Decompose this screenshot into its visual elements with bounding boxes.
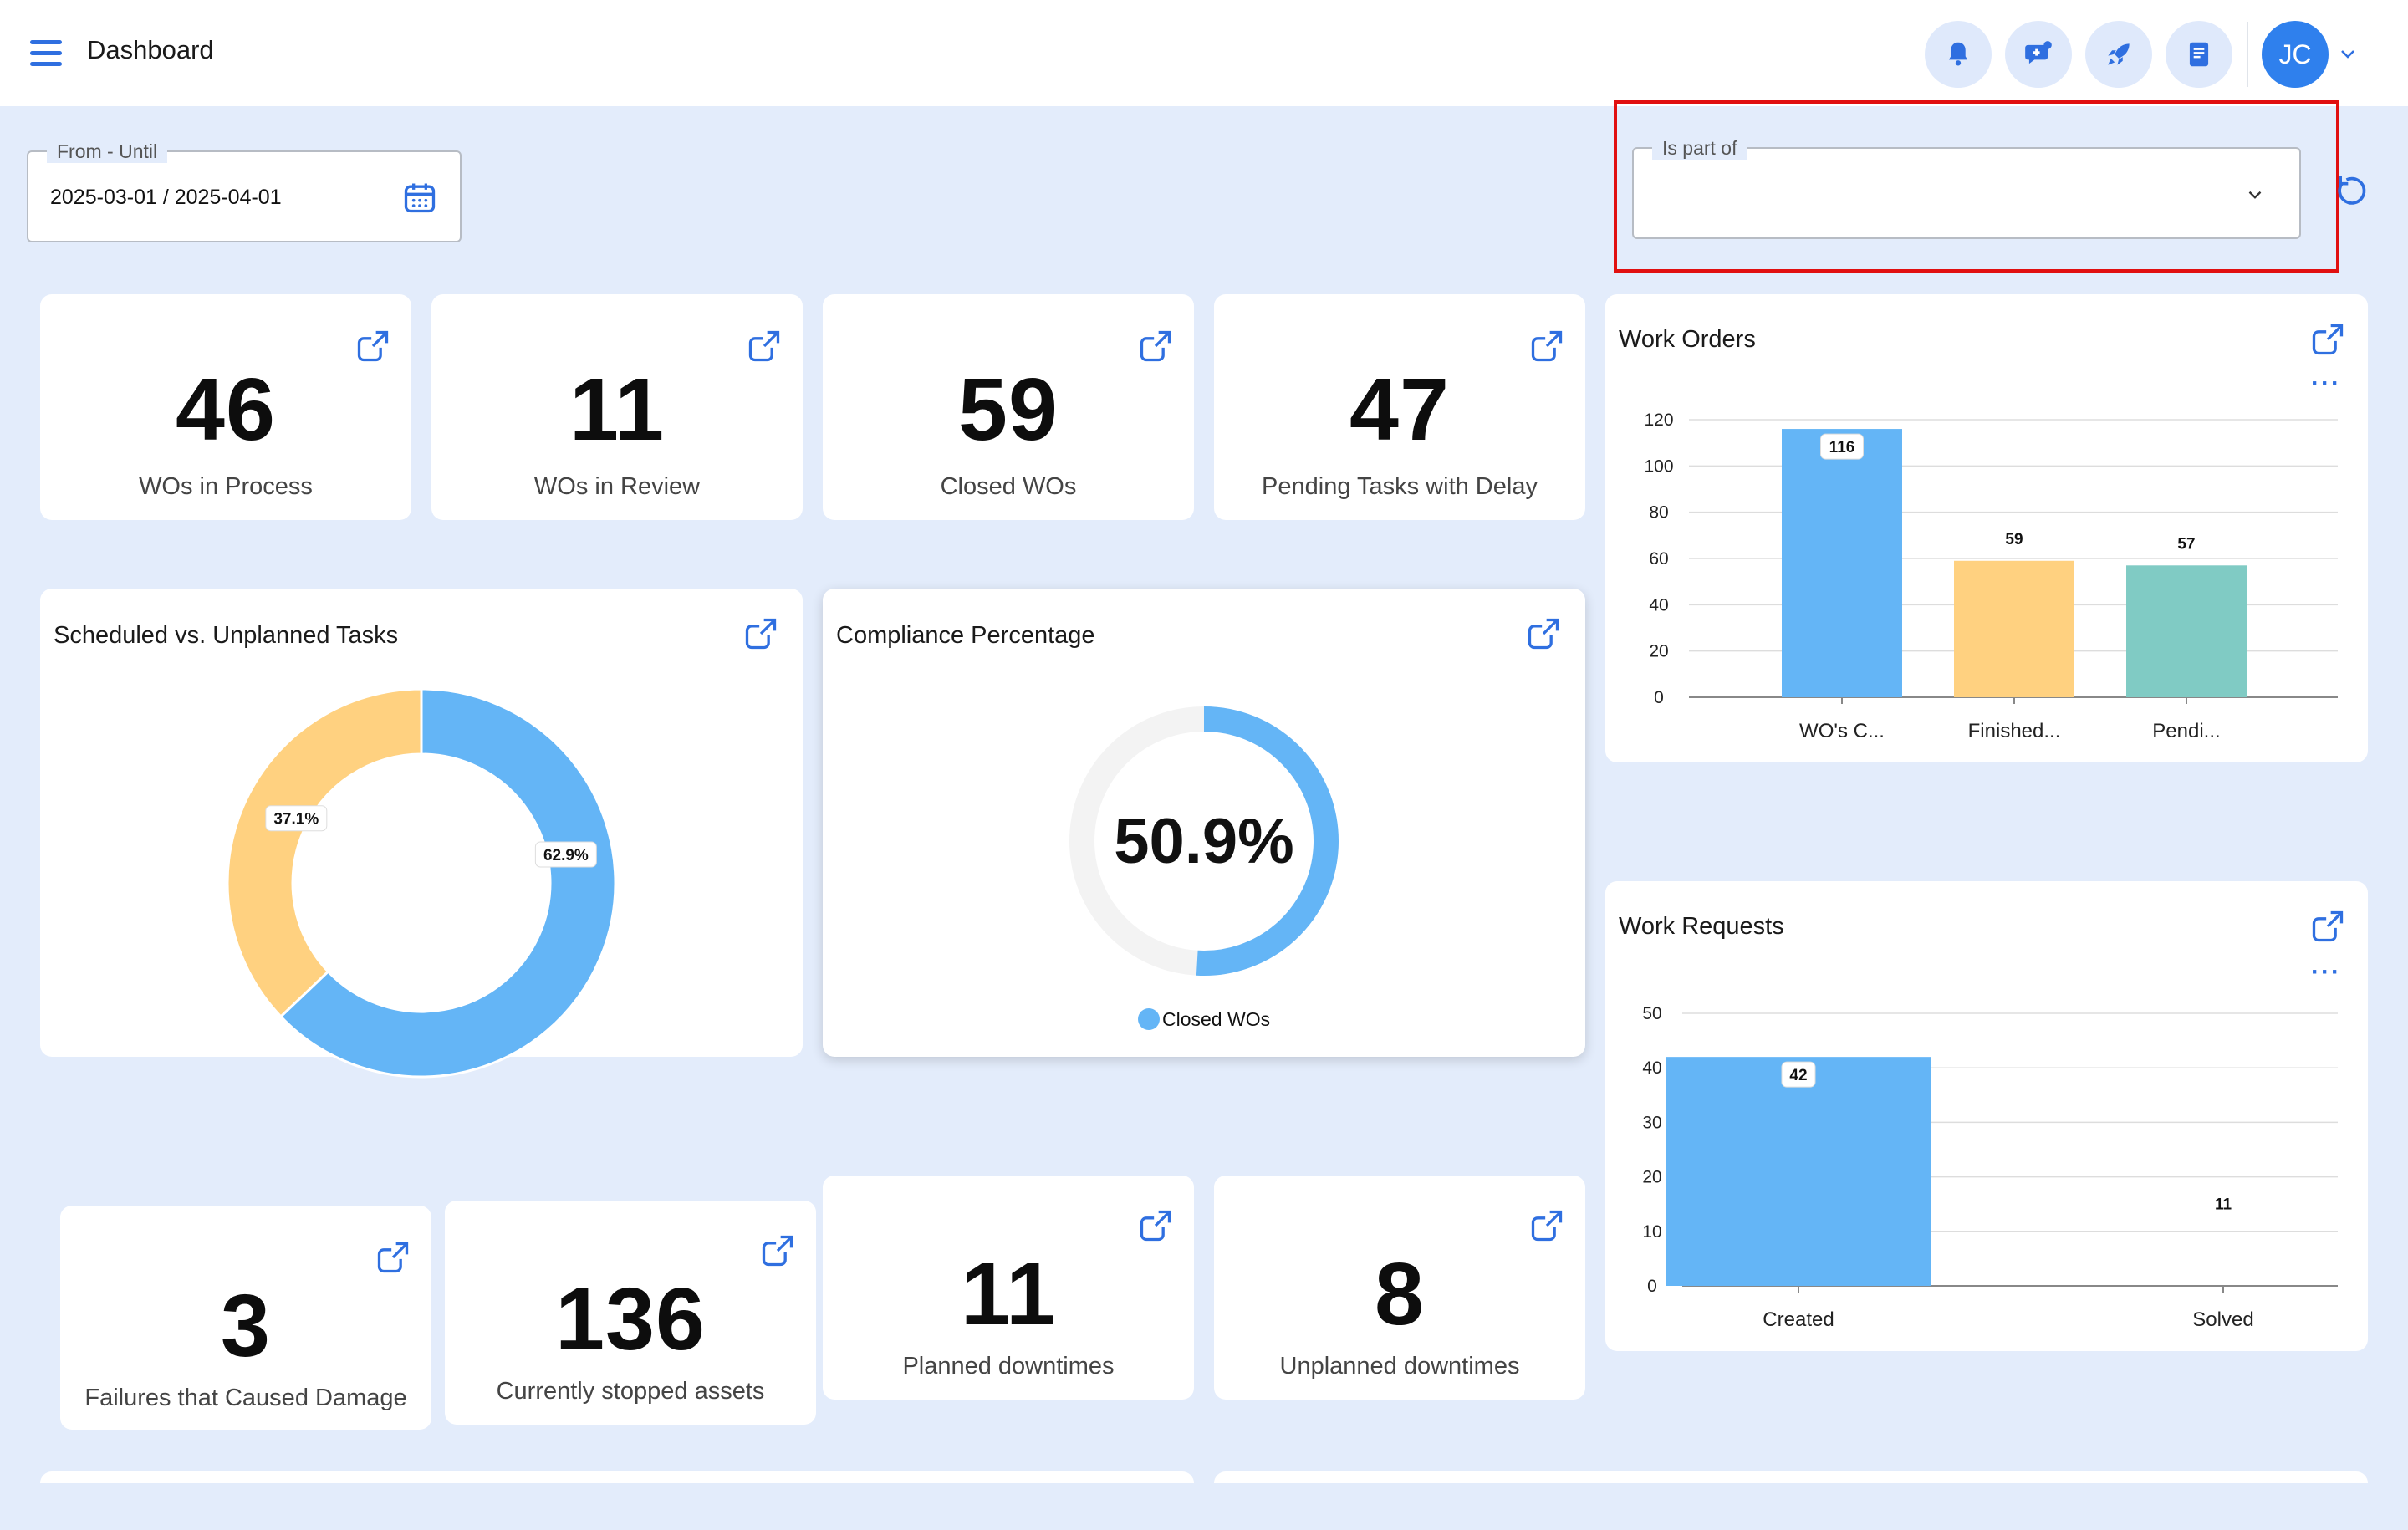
kpi-card-closed-wos[interactable]: 59 Closed WOs <box>823 294 1194 520</box>
chevron-down-icon[interactable] <box>2338 43 2358 64</box>
external-link-icon[interactable] <box>1528 1207 1565 1244</box>
external-link-icon[interactable] <box>1525 615 1562 652</box>
legend-marker <box>1138 1008 1160 1030</box>
x-tick-label: WO's C... <box>1799 720 1885 742</box>
kpi-value: 11 <box>569 360 666 459</box>
bell-icon[interactable] <box>1925 21 1992 88</box>
data-label: 11 <box>2215 1196 2232 1213</box>
external-link-icon[interactable] <box>1137 1207 1174 1244</box>
kpi-value: 59 <box>958 360 1059 459</box>
external-link-icon[interactable] <box>2309 908 2346 945</box>
x-tick-label: Solved <box>2192 1308 2253 1331</box>
more-options-icon[interactable]: ··· <box>2311 370 2341 398</box>
bar <box>1782 429 1902 697</box>
y-tick-label: 40 <box>1642 1058 1661 1078</box>
more-options-icon[interactable]: ··· <box>2311 958 2341 987</box>
y-tick-label: 20 <box>1642 1168 1661 1187</box>
x-tick-label: Finished... <box>1968 720 2061 742</box>
slice-label: 37.1% <box>273 811 319 829</box>
pie-slice <box>226 687 423 1018</box>
card-title: Work Orders <box>1619 326 1756 353</box>
gauge-center-label: 50.9% <box>1114 806 1294 877</box>
data-label: 59 <box>2005 531 2023 548</box>
top-bar: Dashboard JC <box>0 0 2408 106</box>
kpi-label: Currently stopped assets <box>496 1378 765 1405</box>
card-title: Scheduled vs. Unplanned Tasks <box>54 622 399 649</box>
calendar-icon[interactable] <box>401 179 438 216</box>
scheduled-vs-unplanned-chart: 62.9% 37.1% <box>226 687 617 1079</box>
x-tick-label: Created <box>1763 1308 1834 1331</box>
divider <box>2247 22 2248 87</box>
kpi-label: WOs in Process <box>139 473 313 500</box>
work-requests-chart: 0 10 20 30 40 50 42 Created 11 Solved <box>1642 1004 2338 1331</box>
y-tick-label: 10 <box>1642 1222 1661 1242</box>
bar <box>1666 1057 1931 1286</box>
work-requests-card: Work Requests ··· 0 10 20 30 40 50 42 Created 11… <box>1605 881 2368 1351</box>
y-tick-label: 120 <box>1644 411 1673 430</box>
y-tick-label: 100 <box>1644 456 1673 476</box>
partial-card <box>40 1471 1194 1483</box>
compliance-chart: 50.9% Closed WOs <box>1069 706 1339 1030</box>
kpi-card-wos-in-review[interactable]: 11 WOs in Review <box>431 294 803 520</box>
external-link-icon[interactable] <box>375 1239 411 1276</box>
y-tick-label: 60 <box>1649 549 1668 569</box>
kpi-card-failures-damage[interactable]: 3 Failures that Caused Damage <box>60 1206 431 1430</box>
legend-label: Closed WOs <box>1162 1008 1270 1030</box>
work-orders-card: Work Orders ··· 0 20 40 60 80 100 120 116 WO's C… <box>1605 294 2368 762</box>
rocket-icon[interactable] <box>2085 21 2152 88</box>
kpi-label: Unplanned downtimes <box>1279 1353 1520 1380</box>
bar <box>2126 565 2247 697</box>
kpi-card-stopped-assets[interactable]: 136 Currently stopped assets <box>445 1201 816 1425</box>
kpi-card-planned-downtimes[interactable]: 11 Planned downtimes <box>823 1176 1194 1400</box>
kpi-label: WOs in Review <box>533 473 701 500</box>
chat-plus-icon[interactable] <box>2005 21 2072 88</box>
kpi-card-unplanned-downtimes[interactable]: 8 Unplanned downtimes <box>1214 1176 1585 1400</box>
date-range-field[interactable]: From - Until 2025-03-01 / 2025-04-01 <box>27 140 462 242</box>
kpi-card-wos-in-process[interactable]: 46 WOs in Process <box>40 294 411 520</box>
book-icon[interactable] <box>2166 21 2232 88</box>
y-tick-label: 20 <box>1649 642 1668 661</box>
y-tick-label: 30 <box>1642 1113 1661 1132</box>
kpi-value: 136 <box>555 1270 706 1369</box>
external-link-icon[interactable] <box>2309 321 2346 358</box>
kpi-label: Pending Tasks with Delay <box>1262 473 1538 500</box>
refresh-icon[interactable] <box>2333 171 2370 208</box>
y-tick-label: 40 <box>1649 595 1668 615</box>
data-label: 57 <box>2177 535 2195 553</box>
y-tick-label: 80 <box>1649 503 1668 523</box>
work-orders-chart: 0 20 40 60 80 100 120 116 WO's C... 59 Finished...… <box>1644 411 2338 742</box>
kpi-value: 11 <box>960 1245 1057 1344</box>
kpi-value: 8 <box>1375 1245 1425 1344</box>
kpi-value: 46 <box>176 360 276 459</box>
avatar[interactable]: JC <box>2262 21 2329 88</box>
date-range-value: 2025-03-01 / 2025-04-01 <box>50 186 282 209</box>
highlight-box <box>1614 100 2339 273</box>
data-label: 42 <box>1789 1067 1807 1084</box>
compliance-card: Compliance Percentage 50.9% Closed WOs <box>823 589 1585 1057</box>
y-tick-label: 50 <box>1642 1004 1661 1023</box>
kpi-label: Closed WOs <box>940 473 1077 500</box>
data-label: 116 <box>1829 439 1855 456</box>
partial-card <box>1214 1471 2368 1483</box>
slice-label: 62.9% <box>543 847 589 864</box>
kpi-value: 47 <box>1349 360 1450 459</box>
kpi-label: Planned downtimes <box>902 1353 1115 1380</box>
x-tick-label: Pendi... <box>2152 720 2220 742</box>
external-link-icon[interactable] <box>759 1232 796 1269</box>
card-title: Work Requests <box>1619 913 1784 940</box>
date-range-label: From - Until <box>47 140 168 163</box>
kpi-label: Failures that Caused Damage <box>84 1385 407 1411</box>
bar <box>1954 560 2074 697</box>
card-title: Compliance Percentage <box>836 622 1095 649</box>
kpi-value: 3 <box>221 1277 271 1375</box>
menu-icon[interactable] <box>30 40 62 67</box>
external-link-icon[interactable] <box>742 615 779 652</box>
y-tick-label: 0 <box>1647 1277 1657 1296</box>
y-tick-label: 0 <box>1654 688 1664 707</box>
page-title: Dashboard <box>87 35 214 64</box>
kpi-card-pending-tasks-delay[interactable]: 47 Pending Tasks with Delay <box>1214 294 1585 520</box>
